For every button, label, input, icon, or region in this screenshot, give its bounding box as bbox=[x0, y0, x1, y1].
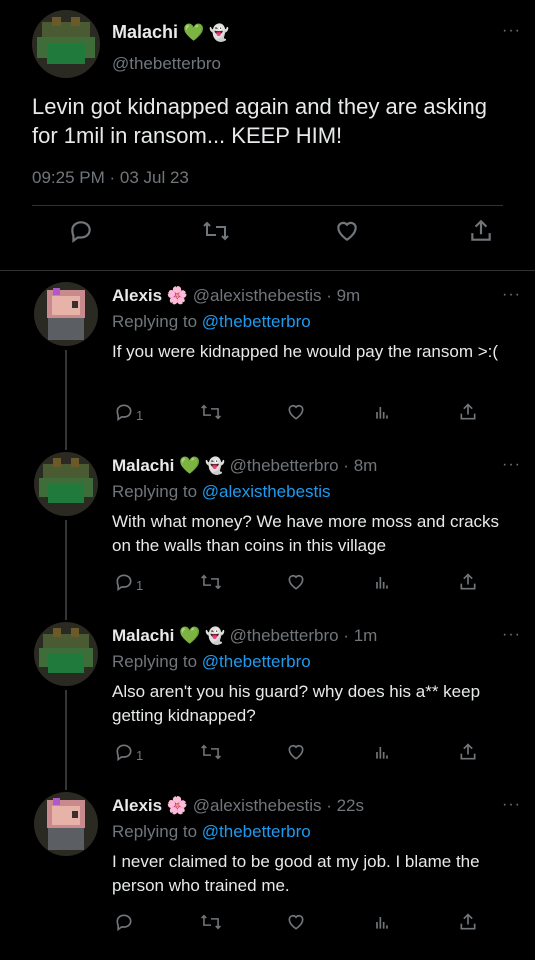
like-icon[interactable] bbox=[334, 218, 360, 250]
tweet-text: Also aren't you his guard? why does his … bbox=[112, 682, 481, 725]
author-name[interactable]: Malachi 💚 👻 bbox=[112, 22, 229, 43]
more-options-icon[interactable]: ··· bbox=[502, 456, 521, 474]
thread-line bbox=[65, 690, 67, 790]
ghost-icon: 👻 bbox=[205, 458, 225, 475]
retweet-icon[interactable] bbox=[202, 218, 230, 250]
retweet-icon[interactable] bbox=[200, 742, 222, 767]
thread-line bbox=[65, 446, 67, 450]
divider bbox=[32, 205, 503, 206]
analytics-icon[interactable] bbox=[372, 912, 392, 937]
ghost-icon: 👻 bbox=[205, 628, 225, 645]
avatar[interactable] bbox=[34, 622, 98, 686]
author-name[interactable]: Alexis 🌸 @alexisthebestis · 22s bbox=[112, 796, 364, 816]
replying-to: Replying to @alexisthebestis bbox=[112, 482, 331, 501]
flower-icon: 🌸 bbox=[166, 796, 188, 815]
reply-tweet: Alexis 🌸 @alexisthebestis · 9m ··· Reply… bbox=[0, 278, 535, 450]
replying-to: Replying to @thebetterbro bbox=[112, 822, 311, 841]
flower-icon: 🌸 bbox=[166, 286, 188, 305]
share-icon[interactable] bbox=[458, 572, 478, 597]
analytics-icon[interactable] bbox=[372, 402, 392, 427]
tweet-text: I never claimed to be good at my job. I … bbox=[112, 852, 480, 895]
tweet-actions bbox=[32, 218, 502, 258]
author-name[interactable]: Malachi 💚 👻 @thebetterbro · 8m bbox=[112, 456, 377, 476]
retweet-icon[interactable] bbox=[200, 402, 222, 427]
like-icon[interactable] bbox=[286, 402, 306, 427]
analytics-icon[interactable] bbox=[372, 572, 392, 597]
like-icon[interactable] bbox=[286, 572, 306, 597]
like-icon[interactable] bbox=[286, 912, 306, 937]
avatar[interactable] bbox=[34, 282, 98, 346]
more-options-icon[interactable]: ··· bbox=[502, 626, 521, 644]
avatar[interactable] bbox=[34, 452, 98, 516]
timestamp: 09:25 PM · 03 Jul 23 bbox=[32, 168, 189, 187]
reply-tweet: Malachi 💚 👻 @thebetterbro · 8m ··· Reply… bbox=[0, 446, 535, 620]
green-heart-icon: 💚 bbox=[183, 23, 205, 42]
retweet-icon[interactable] bbox=[200, 572, 222, 597]
ghost-icon: 👻 bbox=[209, 25, 230, 42]
more-options-icon[interactable]: ··· bbox=[502, 22, 521, 40]
tweet-text: Levin got kidnapped again and they are a… bbox=[32, 94, 488, 148]
tweet-actions: 1 bbox=[112, 572, 476, 598]
replying-to: Replying to @thebetterbro bbox=[112, 312, 311, 331]
author-name[interactable]: Malachi 💚 👻 @thebetterbro · 1m bbox=[112, 626, 377, 646]
tweet-actions: 1 bbox=[112, 402, 476, 428]
green-heart-icon: 💚 bbox=[179, 456, 201, 475]
main-tweet: Malachi 💚 👻 @thebetterbro ··· Levin got … bbox=[0, 0, 535, 272]
green-heart-icon: 💚 bbox=[179, 626, 201, 645]
thread-line bbox=[65, 520, 67, 620]
author-handle[interactable]: @thebetterbro bbox=[112, 54, 221, 74]
more-options-icon[interactable]: ··· bbox=[502, 796, 521, 814]
author-name[interactable]: Alexis 🌸 @alexisthebestis · 9m bbox=[112, 286, 360, 306]
tweet-actions bbox=[112, 912, 476, 938]
thread-line bbox=[65, 350, 67, 450]
like-icon[interactable] bbox=[286, 742, 306, 767]
avatar[interactable] bbox=[34, 792, 98, 856]
reply-tweet: Malachi 💚 👻 @thebetterbro · 1m ··· Reply… bbox=[0, 618, 535, 790]
divider bbox=[0, 270, 535, 271]
replying-to: Replying to @thebetterbro bbox=[112, 652, 311, 671]
avatar[interactable] bbox=[32, 10, 100, 78]
reply-icon[interactable] bbox=[114, 912, 134, 937]
tweet-text: If you were kidnapped he would pay the r… bbox=[112, 342, 499, 361]
tweet-actions: 1 bbox=[112, 742, 476, 768]
more-options-icon[interactable]: ··· bbox=[502, 286, 521, 304]
reply-icon[interactable]: 1 bbox=[114, 572, 143, 597]
retweet-icon[interactable] bbox=[200, 912, 222, 937]
share-icon[interactable] bbox=[458, 912, 478, 937]
share-icon[interactable] bbox=[458, 742, 478, 767]
share-icon[interactable] bbox=[458, 402, 478, 427]
tweet-text: With what money? We have more moss and c… bbox=[112, 512, 500, 555]
mention-link[interactable]: @alexisthebestis bbox=[202, 482, 331, 501]
reply-icon[interactable]: 1 bbox=[114, 402, 143, 427]
analytics-icon[interactable] bbox=[372, 742, 392, 767]
share-icon[interactable] bbox=[468, 218, 494, 250]
reply-tweet: Alexis 🌸 @alexisthebestis · 22s ··· Repl… bbox=[0, 788, 535, 960]
mention-link[interactable]: @thebetterbro bbox=[202, 312, 311, 331]
mention-link[interactable]: @thebetterbro bbox=[202, 822, 311, 841]
mention-link[interactable]: @thebetterbro bbox=[202, 652, 311, 671]
reply-icon[interactable] bbox=[68, 218, 94, 250]
reply-icon[interactable]: 1 bbox=[114, 742, 143, 767]
